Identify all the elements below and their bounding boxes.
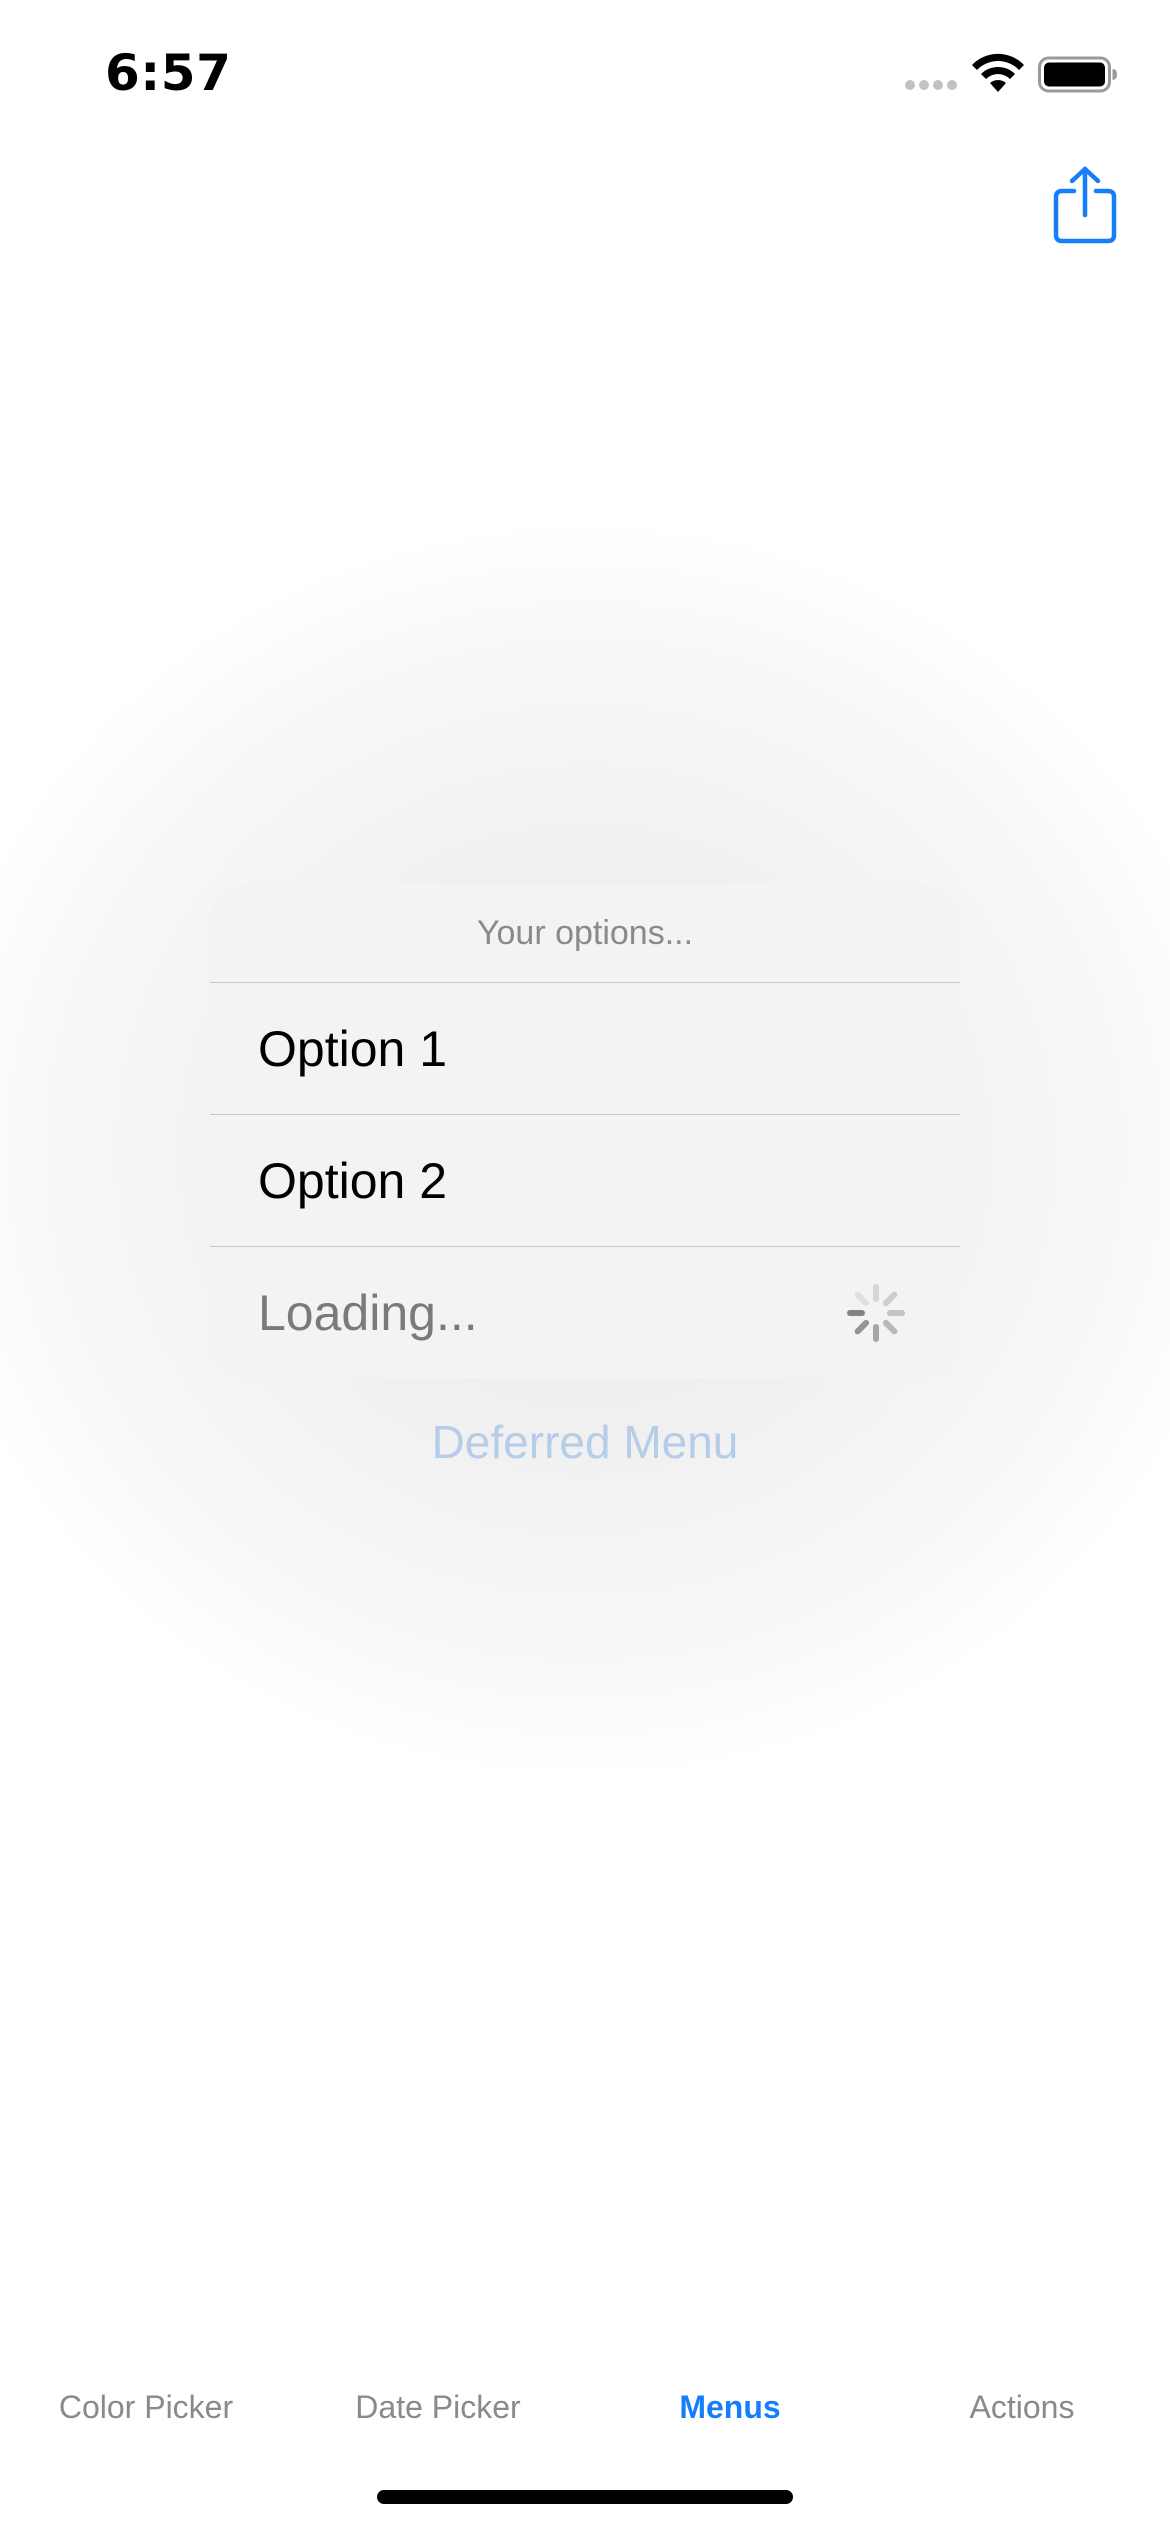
share-icon[interactable] bbox=[1052, 165, 1118, 245]
home-indicator[interactable] bbox=[377, 2490, 793, 2504]
menu-item-loading: Loading... bbox=[210, 1247, 960, 1378]
tab-bar: Color Picker Date Picker Menus Actions bbox=[0, 2372, 1170, 2442]
tab-date-picker[interactable]: Date Picker bbox=[292, 2372, 584, 2442]
menu-item-option-1[interactable]: Option 1 bbox=[210, 983, 960, 1115]
tab-color-picker[interactable]: Color Picker bbox=[0, 2372, 292, 2442]
deferred-menu-popup: Your options... Option 1 Option 2 Loadin… bbox=[210, 885, 960, 1378]
status-time: 6:57 bbox=[105, 44, 232, 102]
menu-item-label: Option 1 bbox=[258, 1020, 448, 1077]
status-bar: 6:57 bbox=[0, 0, 1170, 150]
tab-menus[interactable]: Menus bbox=[584, 2372, 876, 2442]
cellular-signal-icon bbox=[905, 80, 959, 92]
activity-spinner-icon bbox=[847, 1283, 905, 1342]
deferred-menu-button[interactable]: Deferred Menu bbox=[0, 1415, 1170, 1469]
battery-icon bbox=[1038, 56, 1117, 93]
menu-item-option-2[interactable]: Option 2 bbox=[210, 1115, 960, 1247]
menu-title: Your options... bbox=[210, 885, 960, 983]
wifi-icon bbox=[972, 53, 1024, 92]
menu-item-label: Loading... bbox=[258, 1284, 478, 1341]
tab-actions[interactable]: Actions bbox=[876, 2372, 1168, 2442]
screen: 6:57 Your options... Option 1 Option 2 L… bbox=[0, 0, 1170, 2532]
menu-item-label: Option 2 bbox=[258, 1152, 448, 1209]
